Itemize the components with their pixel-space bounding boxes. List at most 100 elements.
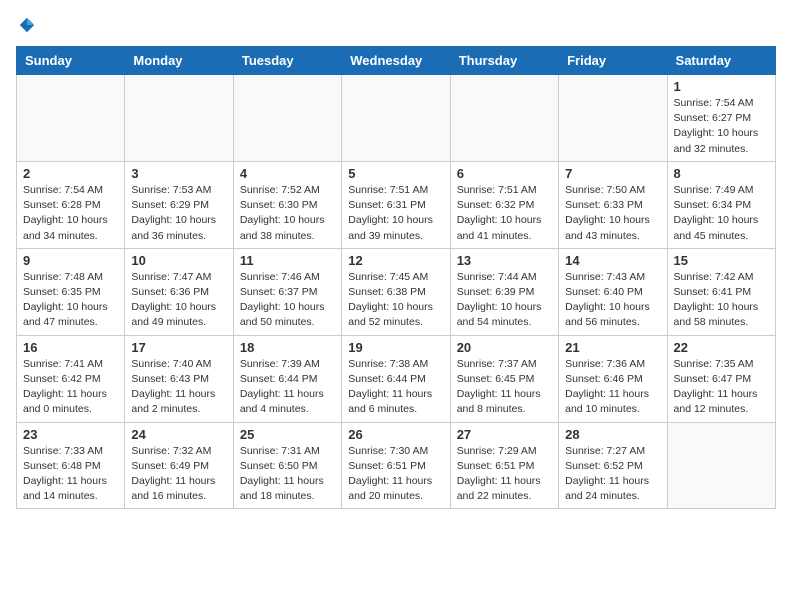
day-info: Sunrise: 7:46 AM Sunset: 6:37 PM Dayligh… bbox=[240, 270, 335, 331]
day-info: Sunrise: 7:54 AM Sunset: 6:27 PM Dayligh… bbox=[674, 96, 769, 157]
day-number: 6 bbox=[457, 166, 552, 181]
calendar-cell bbox=[667, 422, 775, 509]
calendar-cell: 18 Sunrise: 7:39 AM Sunset: 6:44 PM Dayli… bbox=[233, 335, 341, 422]
day-info: Sunrise: 7:48 AM Sunset: 6:35 PM Dayligh… bbox=[23, 270, 118, 331]
calendar-cell: 15 Sunrise: 7:42 AM Sunset: 6:41 PM Dayli… bbox=[667, 248, 775, 335]
week-row-3: 9 Sunrise: 7:48 AM Sunset: 6:35 PM Daylig… bbox=[17, 248, 776, 335]
day-number: 21 bbox=[565, 340, 660, 355]
calendar-cell: 8Sunrise: 7:49 AM Sunset: 6:34 PM Daylig… bbox=[667, 161, 775, 248]
day-number: 15 bbox=[674, 253, 769, 268]
calendar-cell: 13 Sunrise: 7:44 AM Sunset: 6:39 PM Dayli… bbox=[450, 248, 558, 335]
day-info: Sunrise: 7:53 AM Sunset: 6:29 PM Dayligh… bbox=[131, 183, 226, 244]
week-row-2: 2 Sunrise: 7:54 AM Sunset: 6:28 PM Daylig… bbox=[17, 161, 776, 248]
calendar-cell: 23 Sunrise: 7:33 AM Sunset: 6:48 PM Dayli… bbox=[17, 422, 125, 509]
day-number: 4 bbox=[240, 166, 335, 181]
weekday-header-row: SundayMondayTuesdayWednesdayThursdayFrid… bbox=[17, 47, 776, 75]
day-number: 5 bbox=[348, 166, 443, 181]
day-info: Sunrise: 7:47 AM Sunset: 6:36 PM Dayligh… bbox=[131, 270, 226, 331]
weekday-header-sunday: Sunday bbox=[17, 47, 125, 75]
calendar-cell bbox=[450, 75, 558, 162]
day-info: Sunrise: 7:52 AM Sunset: 6:30 PM Dayligh… bbox=[240, 183, 335, 244]
calendar-cell: 21 Sunrise: 7:36 AM Sunset: 6:46 PM Dayli… bbox=[559, 335, 667, 422]
day-number: 12 bbox=[348, 253, 443, 268]
calendar-table: SundayMondayTuesdayWednesdayThursdayFrid… bbox=[16, 46, 776, 509]
weekday-header-thursday: Thursday bbox=[450, 47, 558, 75]
day-info: Sunrise: 7:42 AM Sunset: 6:41 PM Dayligh… bbox=[674, 270, 769, 331]
calendar-cell bbox=[559, 75, 667, 162]
day-number: 18 bbox=[240, 340, 335, 355]
day-info: Sunrise: 7:54 AM Sunset: 6:28 PM Dayligh… bbox=[23, 183, 118, 244]
calendar-cell: 12 Sunrise: 7:45 AM Sunset: 6:38 PM Dayli… bbox=[342, 248, 450, 335]
day-info: Sunrise: 7:35 AM Sunset: 6:47 PM Dayligh… bbox=[674, 357, 769, 418]
day-number: 26 bbox=[348, 427, 443, 442]
calendar-cell: 25 Sunrise: 7:31 AM Sunset: 6:50 PM Dayli… bbox=[233, 422, 341, 509]
day-info: Sunrise: 7:44 AM Sunset: 6:39 PM Dayligh… bbox=[457, 270, 552, 331]
calendar-cell: 28 Sunrise: 7:27 AM Sunset: 6:52 PM Dayli… bbox=[559, 422, 667, 509]
day-info: Sunrise: 7:51 AM Sunset: 6:32 PM Dayligh… bbox=[457, 183, 552, 244]
day-number: 2 bbox=[23, 166, 118, 181]
calendar-cell: 19 Sunrise: 7:38 AM Sunset: 6:44 PM Dayli… bbox=[342, 335, 450, 422]
logo-icon bbox=[18, 16, 36, 34]
day-number: 24 bbox=[131, 427, 226, 442]
day-info: Sunrise: 7:41 AM Sunset: 6:42 PM Dayligh… bbox=[23, 357, 118, 418]
day-number: 16 bbox=[23, 340, 118, 355]
day-number: 14 bbox=[565, 253, 660, 268]
calendar-cell bbox=[125, 75, 233, 162]
calendar-cell: 22 Sunrise: 7:35 AM Sunset: 6:47 PM Dayli… bbox=[667, 335, 775, 422]
weekday-header-friday: Friday bbox=[559, 47, 667, 75]
day-number: 19 bbox=[348, 340, 443, 355]
weekday-header-tuesday: Tuesday bbox=[233, 47, 341, 75]
day-info: Sunrise: 7:33 AM Sunset: 6:48 PM Dayligh… bbox=[23, 444, 118, 505]
day-info: Sunrise: 7:43 AM Sunset: 6:40 PM Dayligh… bbox=[565, 270, 660, 331]
day-number: 3 bbox=[131, 166, 226, 181]
day-number: 22 bbox=[674, 340, 769, 355]
day-number: 20 bbox=[457, 340, 552, 355]
week-row-1: 1 Sunrise: 7:54 AM Sunset: 6:27 PM Daylig… bbox=[17, 75, 776, 162]
day-number: 17 bbox=[131, 340, 226, 355]
day-info: Sunrise: 7:37 AM Sunset: 6:45 PM Dayligh… bbox=[457, 357, 552, 418]
day-info: Sunrise: 7:31 AM Sunset: 6:50 PM Dayligh… bbox=[240, 444, 335, 505]
calendar-cell: 10 Sunrise: 7:47 AM Sunset: 6:36 PM Dayli… bbox=[125, 248, 233, 335]
day-number: 10 bbox=[131, 253, 226, 268]
calendar-cell: 5 Sunrise: 7:51 AM Sunset: 6:31 PM Daylig… bbox=[342, 161, 450, 248]
day-info: Sunrise: 7:40 AM Sunset: 6:43 PM Dayligh… bbox=[131, 357, 226, 418]
calendar-cell: 27 Sunrise: 7:29 AM Sunset: 6:51 PM Dayli… bbox=[450, 422, 558, 509]
calendar-cell: 11Sunrise: 7:46 AM Sunset: 6:37 PM Dayli… bbox=[233, 248, 341, 335]
calendar-cell: 26 Sunrise: 7:30 AM Sunset: 6:51 PM Dayli… bbox=[342, 422, 450, 509]
calendar-cell: 7 Sunrise: 7:50 AM Sunset: 6:33 PM Daylig… bbox=[559, 161, 667, 248]
day-number: 8 bbox=[674, 166, 769, 181]
day-number: 23 bbox=[23, 427, 118, 442]
calendar-cell: 9 Sunrise: 7:48 AM Sunset: 6:35 PM Daylig… bbox=[17, 248, 125, 335]
day-number: 9 bbox=[23, 253, 118, 268]
calendar-cell: 14 Sunrise: 7:43 AM Sunset: 6:40 PM Dayli… bbox=[559, 248, 667, 335]
day-info: Sunrise: 7:39 AM Sunset: 6:44 PM Dayligh… bbox=[240, 357, 335, 418]
day-number: 28 bbox=[565, 427, 660, 442]
week-row-5: 23 Sunrise: 7:33 AM Sunset: 6:48 PM Dayli… bbox=[17, 422, 776, 509]
weekday-header-monday: Monday bbox=[125, 47, 233, 75]
day-number: 1 bbox=[674, 79, 769, 94]
calendar-cell: 1 Sunrise: 7:54 AM Sunset: 6:27 PM Daylig… bbox=[667, 75, 775, 162]
day-info: Sunrise: 7:29 AM Sunset: 6:51 PM Dayligh… bbox=[457, 444, 552, 505]
day-info: Sunrise: 7:45 AM Sunset: 6:38 PM Dayligh… bbox=[348, 270, 443, 331]
day-info: Sunrise: 7:36 AM Sunset: 6:46 PM Dayligh… bbox=[565, 357, 660, 418]
calendar-cell: 3 Sunrise: 7:53 AM Sunset: 6:29 PM Daylig… bbox=[125, 161, 233, 248]
page-header bbox=[16, 16, 776, 34]
calendar-cell: 20 Sunrise: 7:37 AM Sunset: 6:45 PM Dayli… bbox=[450, 335, 558, 422]
day-number: 25 bbox=[240, 427, 335, 442]
day-info: Sunrise: 7:51 AM Sunset: 6:31 PM Dayligh… bbox=[348, 183, 443, 244]
calendar-cell: 2 Sunrise: 7:54 AM Sunset: 6:28 PM Daylig… bbox=[17, 161, 125, 248]
calendar-cell: 17 Sunrise: 7:40 AM Sunset: 6:43 PM Dayli… bbox=[125, 335, 233, 422]
weekday-header-wednesday: Wednesday bbox=[342, 47, 450, 75]
day-number: 27 bbox=[457, 427, 552, 442]
day-info: Sunrise: 7:30 AM Sunset: 6:51 PM Dayligh… bbox=[348, 444, 443, 505]
calendar-cell bbox=[342, 75, 450, 162]
day-info: Sunrise: 7:27 AM Sunset: 6:52 PM Dayligh… bbox=[565, 444, 660, 505]
day-info: Sunrise: 7:50 AM Sunset: 6:33 PM Dayligh… bbox=[565, 183, 660, 244]
day-info: Sunrise: 7:38 AM Sunset: 6:44 PM Dayligh… bbox=[348, 357, 443, 418]
calendar-cell: 24Sunrise: 7:32 AM Sunset: 6:49 PM Dayli… bbox=[125, 422, 233, 509]
calendar-cell: 4 Sunrise: 7:52 AM Sunset: 6:30 PM Daylig… bbox=[233, 161, 341, 248]
day-number: 7 bbox=[565, 166, 660, 181]
week-row-4: 16 Sunrise: 7:41 AM Sunset: 6:42 PM Dayli… bbox=[17, 335, 776, 422]
calendar-cell: 16 Sunrise: 7:41 AM Sunset: 6:42 PM Dayli… bbox=[17, 335, 125, 422]
day-number: 13 bbox=[457, 253, 552, 268]
